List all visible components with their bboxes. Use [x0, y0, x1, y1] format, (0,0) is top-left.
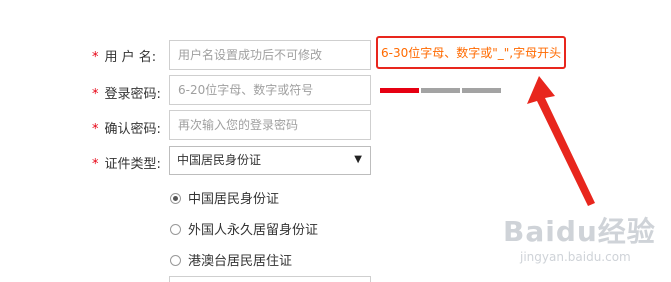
username-hint-box: 6-30位字母、数字或"_",字母开头	[376, 36, 566, 69]
username-input[interactable]	[169, 40, 371, 70]
strength-segment-strong	[462, 88, 501, 93]
username-hint-text: 6-30位字母、数字或"_",字母开头	[381, 46, 562, 60]
username-label: * 用 户 名:	[92, 50, 157, 65]
id-type-label: * 证件类型:	[92, 157, 161, 172]
id-option-mainland[interactable]: 中国居民身份证	[170, 188, 279, 207]
id-option-foreigner[interactable]: 外国人永久居留身份证	[170, 219, 318, 238]
required-mark: *	[92, 87, 99, 102]
password-label: * 登录密码:	[92, 87, 161, 102]
required-mark: *	[92, 157, 99, 172]
dropdown-arrow-icon: ▼	[354, 154, 362, 165]
radio-unchecked-icon[interactable]	[170, 255, 181, 266]
required-mark: *	[92, 50, 99, 65]
password-input[interactable]	[169, 75, 371, 105]
id-type-selected: 中国居民身份证	[177, 153, 262, 167]
confirm-password-label: * 确认密码:	[92, 122, 161, 137]
next-field-edge	[169, 276, 371, 282]
strength-segment-medium	[421, 88, 460, 93]
strength-segment-weak	[380, 88, 419, 93]
radio-unchecked-icon[interactable]	[170, 224, 181, 235]
confirm-password-input[interactable]	[169, 110, 371, 140]
annotation-arrow-icon	[527, 76, 595, 206]
radio-checked-icon[interactable]	[170, 193, 181, 204]
watermark-url: jingyan.baidu.com	[520, 250, 631, 264]
watermark-logo: Baidu经验	[503, 215, 656, 248]
required-mark: *	[92, 122, 99, 137]
id-type-select[interactable]: 中国居民身份证 ▼	[169, 146, 371, 175]
id-option-hkmt[interactable]: 港澳台居民居住证	[170, 250, 292, 269]
